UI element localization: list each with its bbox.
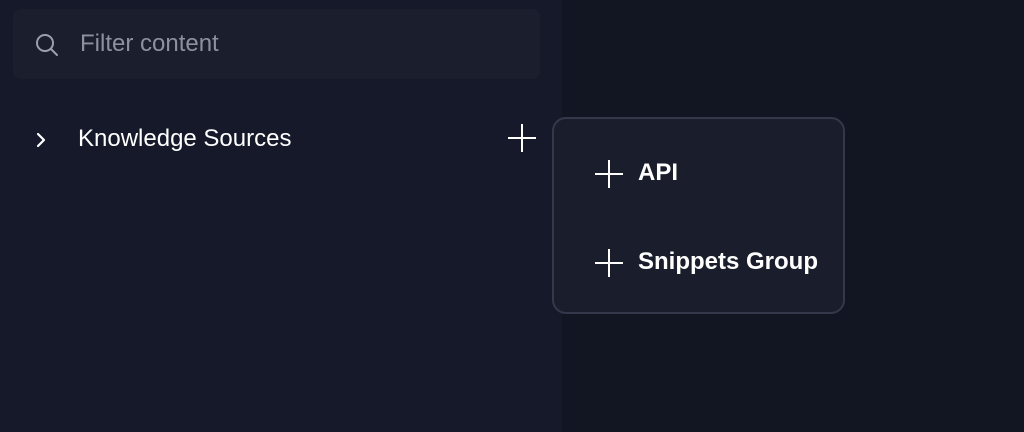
menu-item-snippets-group[interactable]: Snippets Group [554,234,843,290]
app-root: Knowledge Sources API Snippets Group [0,0,1024,432]
sidebar: Knowledge Sources [0,0,562,432]
plus-icon [595,160,623,188]
tree-item-knowledge-sources[interactable]: Knowledge Sources [20,112,545,166]
chevron-right-icon[interactable] [32,129,50,151]
search-box[interactable] [13,9,540,79]
menu-item-label: API [638,159,679,186]
menu-item-label: Snippets Group [638,248,818,275]
add-menu-popup: API Snippets Group [552,117,845,314]
tree-item-label: Knowledge Sources [78,125,292,152]
menu-item-api[interactable]: API [554,145,843,201]
search-icon [36,34,58,56]
search-input[interactable] [80,24,520,64]
plus-icon [595,249,623,277]
add-plus-icon[interactable] [506,122,538,154]
